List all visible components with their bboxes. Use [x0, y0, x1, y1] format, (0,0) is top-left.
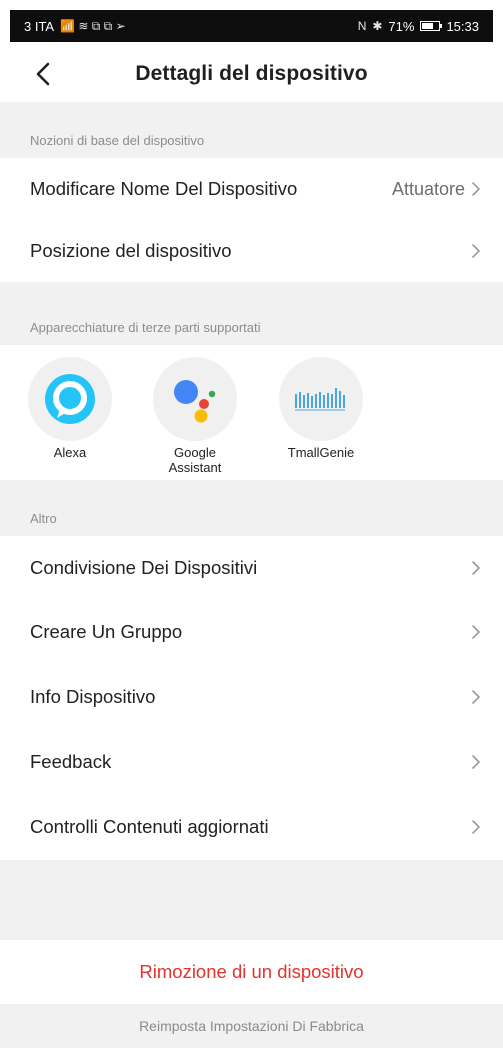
row-check-updates[interactable]: Controlli Contenuti aggiornati — [0, 794, 503, 860]
remove-device-button[interactable]: Rimozione di un dispositivo — [0, 940, 503, 1004]
section-title-other: Altro — [30, 511, 57, 526]
chevron-right-icon — [471, 243, 481, 259]
chevron-right-icon — [471, 819, 481, 835]
row-feedback[interactable]: Feedback — [0, 730, 503, 794]
carrier-label: 3 ITA — [24, 18, 55, 34]
tmall-genie-icon — [279, 357, 363, 441]
battery-icon — [420, 21, 443, 31]
third-party-google-assistant[interactable]: Google Assistant — [145, 357, 245, 475]
third-party-label: Google Assistant — [168, 445, 222, 475]
factory-reset-label: Reimposta Impostazioni Di Fabbrica — [139, 1018, 364, 1034]
chevron-right-icon — [471, 689, 481, 705]
page-title: Dettagli del dispositivo — [135, 62, 368, 85]
factory-reset-button[interactable]: Reimposta Impostazioni Di Fabbrica — [0, 1004, 503, 1048]
row-label-device-info: Info Dispositivo — [30, 686, 156, 707]
remove-device-label: Rimozione di un dispositivo — [139, 961, 364, 982]
device-name-value: Attuatore — [391, 178, 465, 199]
row-label-feedback: Feedback — [30, 751, 112, 772]
row-label-share: Condivisione Dei Dispositivi — [30, 557, 258, 578]
status-bar-left: 3 ITA 📶 ≋ ⧉ ⧉ ➢ — [24, 19, 126, 34]
third-party-tmall-genie[interactable]: TmallGenie — [271, 357, 371, 460]
battery-fill — [422, 23, 434, 29]
row-device-location[interactable]: Posizione del dispositivo — [0, 220, 503, 282]
row-device-info[interactable]: Info Dispositivo — [0, 664, 503, 730]
third-party-label: TmallGenie — [287, 445, 355, 460]
row-label-create-group: Creare Un Gruppo — [30, 621, 183, 642]
status-bar-right: N ✱ 71% 15:33 — [358, 19, 479, 34]
app-header: Dettagli del dispositivo — [0, 46, 503, 102]
chevron-right-icon — [471, 624, 481, 640]
battery-percent: 71% — [388, 18, 415, 34]
status-bar: 3 ITA 📶 ≋ ⧉ ⧉ ➢ N ✱ 71% 15:33 — [10, 10, 493, 42]
section-title-third-party: Apparecchiature di terze parti supportat… — [30, 320, 261, 335]
section-header-third-party: Apparecchiature di terze parti supportat… — [0, 282, 503, 345]
row-share-devices[interactable]: Condivisione Dei Dispositivi — [0, 536, 503, 600]
clock: 15:33 — [446, 18, 479, 34]
bluetooth-icon: ✱ — [372, 19, 383, 33]
google-assistant-icon — [153, 357, 237, 441]
back-arrow-icon[interactable] — [28, 59, 58, 89]
row-edit-device-name[interactable]: Modificare Nome Del Dispositivo Attuator… — [0, 158, 503, 220]
chevron-right-icon — [471, 181, 481, 197]
third-party-label: Alexa — [53, 445, 87, 460]
alexa-icon — [28, 357, 112, 441]
signal-icons: 📶 ≋ ⧉ ⧉ ➢ — [60, 18, 126, 33]
row-label-location: Posizione del dispositivo — [30, 240, 232, 261]
app-screen: 3 ITA 📶 ≋ ⧉ ⧉ ➢ N ✱ 71% 15:33 Dettagli d… — [0, 0, 503, 1048]
chevron-right-icon — [471, 754, 481, 770]
row-label-edit-name: Modificare Nome Del Dispositivo — [30, 178, 298, 199]
row-create-group[interactable]: Creare Un Gruppo — [0, 600, 503, 664]
section-header-basics: Nozioni di base del dispositivo — [0, 102, 503, 158]
section-spacer — [0, 860, 503, 940]
nfc-icon: N — [357, 19, 367, 33]
chevron-right-icon — [471, 560, 481, 576]
section-title-basics: Nozioni di base del dispositivo — [30, 133, 205, 148]
row-label-check-updates: Controlli Contenuti aggiornati — [30, 816, 269, 837]
third-party-alexa[interactable]: Alexa — [20, 357, 120, 460]
section-header-other: Altro — [0, 480, 503, 536]
third-party-list: Alexa Google Assistant TmallGenie — [0, 345, 503, 480]
